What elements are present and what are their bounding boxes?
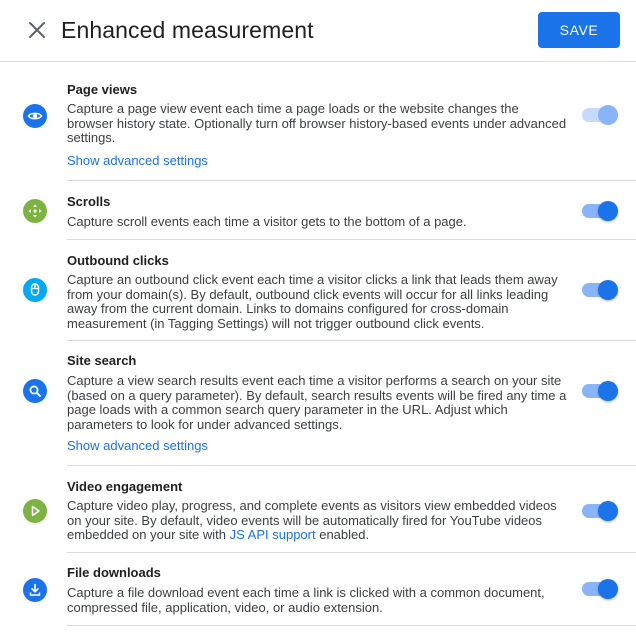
section-site-search: Site search Capture a view search result… (0, 341, 636, 466)
section-scrolls: Scrolls Capture scroll events each time … (0, 181, 636, 240)
section-video-engagement: Video engagement Capture video play, pro… (0, 466, 636, 553)
close-icon (29, 22, 45, 38)
section-page-views: Page views Capture a page view event eac… (0, 63, 636, 181)
toggle-knob (598, 381, 618, 401)
section-title: Scrolls (67, 194, 111, 209)
section-title: Site search (67, 353, 137, 368)
file-downloads-toggle[interactable] (582, 579, 618, 599)
page-title: Enhanced measurement (61, 17, 314, 43)
toggle-knob (598, 105, 618, 125)
section-title: Video engagement (67, 479, 183, 494)
close-button[interactable] (26, 19, 48, 41)
page-views-toggle[interactable] (582, 105, 618, 125)
video-engagement-toggle[interactable] (582, 501, 618, 521)
section-file-downloads: File downloads Capture a file download e… (0, 553, 636, 626)
toggle-knob (598, 501, 618, 521)
section-description: Capture a page view event each time a pa… (67, 101, 567, 145)
toggle-knob (598, 201, 618, 221)
section-title: Page views (67, 82, 138, 97)
save-button[interactable]: SAVE (538, 12, 620, 48)
section-description: Capture scroll events each time a visito… (67, 214, 467, 229)
scrolls-toggle[interactable] (582, 201, 618, 221)
section-description: Capture an outbound click event each tim… (67, 272, 558, 331)
mouse-icon (23, 278, 47, 302)
outbound-clicks-toggle[interactable] (582, 280, 618, 300)
section-description: Capture a file download event each time … (67, 585, 545, 615)
toggle-knob (598, 280, 618, 300)
scroll-arrows-icon (23, 199, 47, 223)
play-icon (23, 499, 47, 523)
section-description: Capture video play, progress, and comple… (67, 498, 567, 543)
description-text: enabled. (315, 527, 370, 542)
show-advanced-settings-link[interactable]: Show advanced settings (67, 153, 208, 169)
section-title: File downloads (67, 565, 161, 580)
js-api-support-link[interactable]: JS API support (230, 527, 316, 542)
divider (67, 625, 636, 626)
download-icon (23, 578, 47, 602)
show-advanced-settings-link[interactable]: Show advanced settings (67, 438, 208, 454)
section-description: Capture a view search results event each… (67, 373, 567, 432)
eye-icon (23, 104, 47, 128)
dialog-header: Enhanced measurement SAVE (0, 0, 636, 62)
toggle-knob (598, 579, 618, 599)
section-outbound-clicks: Outbound clicks Capture an outbound clic… (0, 240, 636, 341)
section-title: Outbound clicks (67, 253, 169, 268)
search-icon (23, 379, 47, 403)
site-search-toggle[interactable] (582, 381, 618, 401)
